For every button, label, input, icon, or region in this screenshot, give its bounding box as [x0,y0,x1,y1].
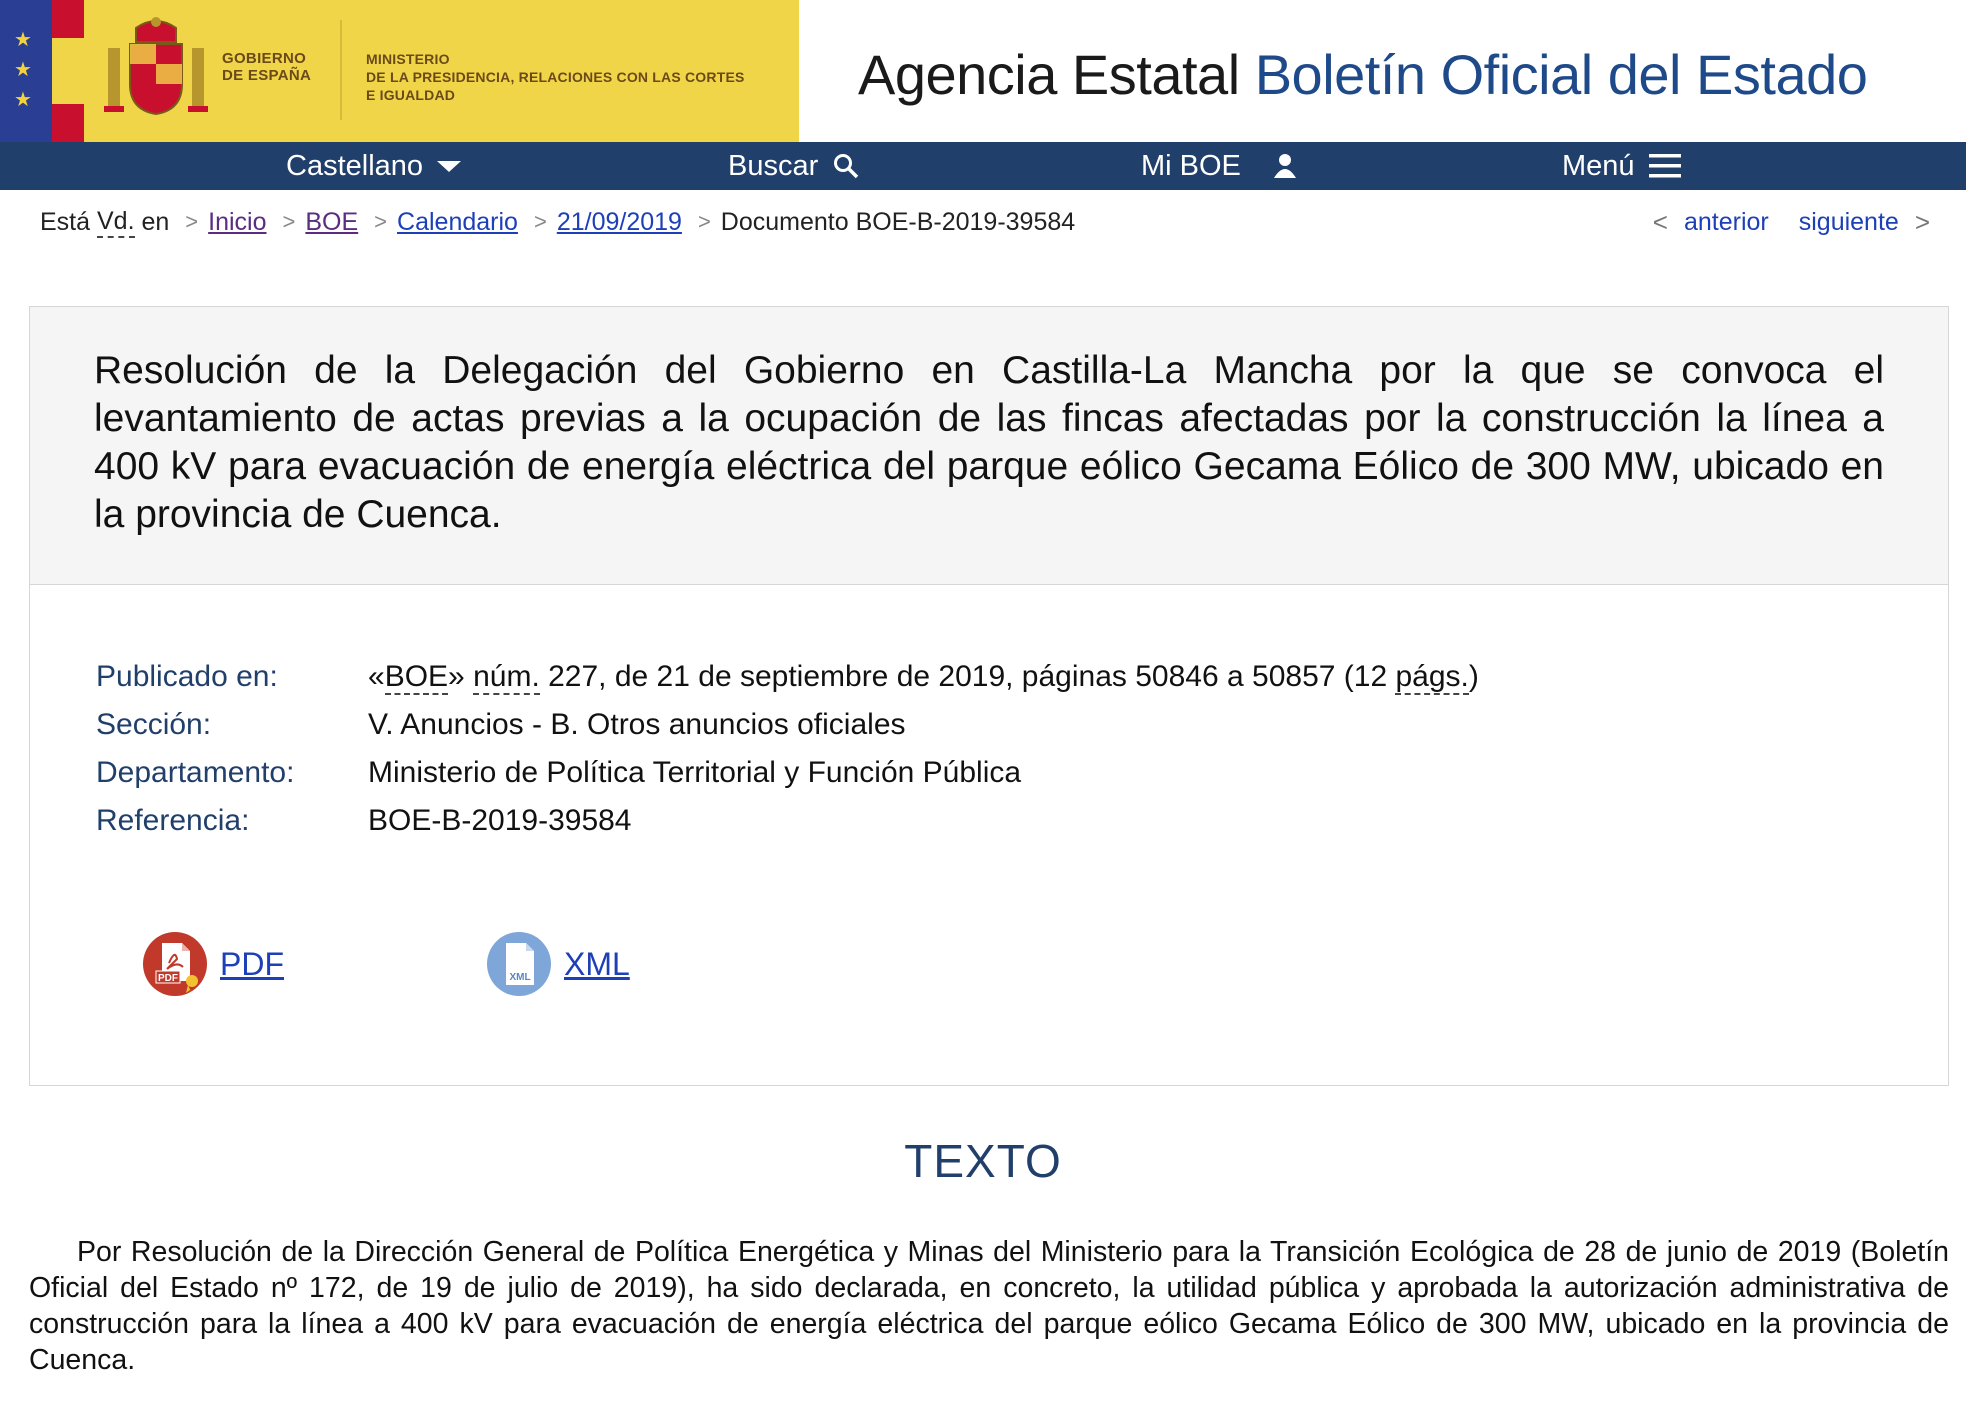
document-title-area: Resolución de la Delegación del Gobierno… [30,307,1948,585]
paren-close: ) [1468,660,1479,693]
caret-down-icon [437,161,462,172]
document-summary-box: Resolución de la Delegación del Gobierno… [29,306,1949,1086]
chevron-right-icon: > [185,209,199,234]
breadcrumb-item-inicio[interactable]: Inicio [208,208,266,237]
previous-link[interactable]: anterior [1684,208,1769,237]
xml-download[interactable]: XML XML [486,931,630,997]
agency-name: Boletín Oficial del Estado [1254,43,1868,106]
published-label: Publicado en: [96,660,278,693]
pdf-file-icon: PDF [143,932,207,996]
agency-prefix: Agencia Estatal [858,43,1240,106]
government-banner[interactable]: GOBIERNO DE ESPAÑA MINISTERIO DE LA PRES… [84,0,799,142]
document-body-paragraph: Por Resolución de la Dirección General d… [29,1236,1949,1376]
gov-line: DE ESPAÑA [222,67,312,84]
breadcrumb-item-date[interactable]: 21/09/2019 [557,208,682,237]
eu-star-icon: ★ [14,59,32,81]
breadcrumb: Está Vd. en > Inicio > BOE > Calendario … [40,204,1075,240]
pdf-link[interactable]: PDF [220,946,284,983]
chevron-left-icon[interactable]: < [1653,207,1668,238]
site-header: ★ ★ ★ GOBIERNO DE ESPAÑA MINISTERIO DE L… [0,0,1966,142]
ministry-line: DE LA PRESIDENCIA, RELACIONES CON LAS CO… [366,69,745,85]
ministry-label: MINISTERIO DE LA PRESIDENCIA, RELACIONES… [366,50,745,104]
document-metadata: Publicado en: «BOE» núm. 227, de 21 de s… [96,653,1479,845]
eu-flag-strip: ★ ★ ★ [0,0,52,142]
quote-mark: » [448,660,465,693]
menu-button[interactable]: Menú [1562,142,1681,190]
language-selector[interactable]: Castellano [286,142,462,190]
chevron-right-icon: > [282,209,296,234]
pdf-download[interactable]: PDF PDF [142,931,284,997]
pdf-icon-text: PDF [158,973,178,984]
language-label: Castellano [286,150,424,182]
section-value: V. Anuncios - B. Otros anuncios oficiale… [368,708,906,741]
xml-link[interactable]: XML [564,946,630,983]
chevron-right-icon[interactable]: > [1915,207,1930,238]
coat-of-arms-icon [104,17,208,116]
gov-line: GOBIERNO [222,50,307,67]
xml-icon-text: XML [509,972,530,983]
published-value: «BOE» núm. 227, de 21 de septiembre de 2… [368,653,1479,701]
breadcrumb-prefix: Está [40,207,91,236]
texto-heading: TEXTO [904,1135,1062,1187]
reference-label: Referencia: [96,804,250,837]
department-label: Departamento: [96,756,295,789]
search-label: Buscar [728,150,819,182]
menu-label: Menú [1562,150,1635,182]
eu-star-icon: ★ [14,29,32,51]
abbr-boe: BOE [384,660,449,695]
search-icon [834,154,859,179]
agency-title[interactable]: Agencia Estatal Boletín Oficial del Esta… [858,42,1868,107]
ministry-line: MINISTERIO [366,51,450,67]
divider [340,20,342,120]
document-title: Resolución de la Delegación del Gobierno… [94,349,1884,536]
metadata-row-reference: Referencia: BOE-B-2019-39584 [96,797,1479,845]
breadcrumb-item-calendario[interactable]: Calendario [397,208,518,237]
breadcrumb-abbr: Vd. [96,207,135,238]
ministry-line: E IGUALDAD [366,87,456,103]
metadata-row-section: Sección: V. Anuncios - B. Otros anuncios… [96,701,1479,749]
reference-value: BOE-B-2019-39584 [368,804,632,837]
breadcrumb-prefix: en [141,207,170,236]
my-boe-button[interactable]: Mi BOE [1141,142,1299,190]
search-button[interactable]: Buscar [728,142,860,190]
breadcrumb-current: Documento BOE-B-2019-39584 [720,207,1076,236]
abbr-num: núm. [473,660,540,695]
hamburger-menu-icon [1648,154,1681,178]
abbr-pags: págs. [1395,660,1469,695]
spain-flag-strip [52,0,84,142]
quote-mark: « [368,660,385,693]
metadata-row-published: Publicado en: «BOE» núm. 227, de 21 de s… [96,653,1479,701]
eu-star-icon: ★ [14,89,32,111]
section-label: Sección: [96,708,212,741]
next-link[interactable]: siguiente [1799,208,1899,237]
department-value: Ministerio de Política Territorial y Fun… [368,756,1022,789]
user-icon [1273,154,1296,178]
chevron-right-icon: > [533,209,547,234]
published-details: 227, de 21 de septiembre de 2019, página… [548,660,1388,693]
main-navbar: Castellano Buscar Mi BOE Menú [0,142,1966,190]
xml-file-icon: XML [487,932,551,996]
chevron-right-icon: > [374,209,388,234]
metadata-row-department: Departamento: Ministerio de Política Ter… [96,749,1479,797]
chevron-right-icon: > [697,209,711,234]
my-boe-label: Mi BOE [1141,150,1241,182]
gov-label: GOBIERNO DE ESPAÑA [222,50,311,84]
breadcrumb-item-boe[interactable]: BOE [305,208,358,237]
document-pager: < anterior siguiente > [1653,204,1930,240]
